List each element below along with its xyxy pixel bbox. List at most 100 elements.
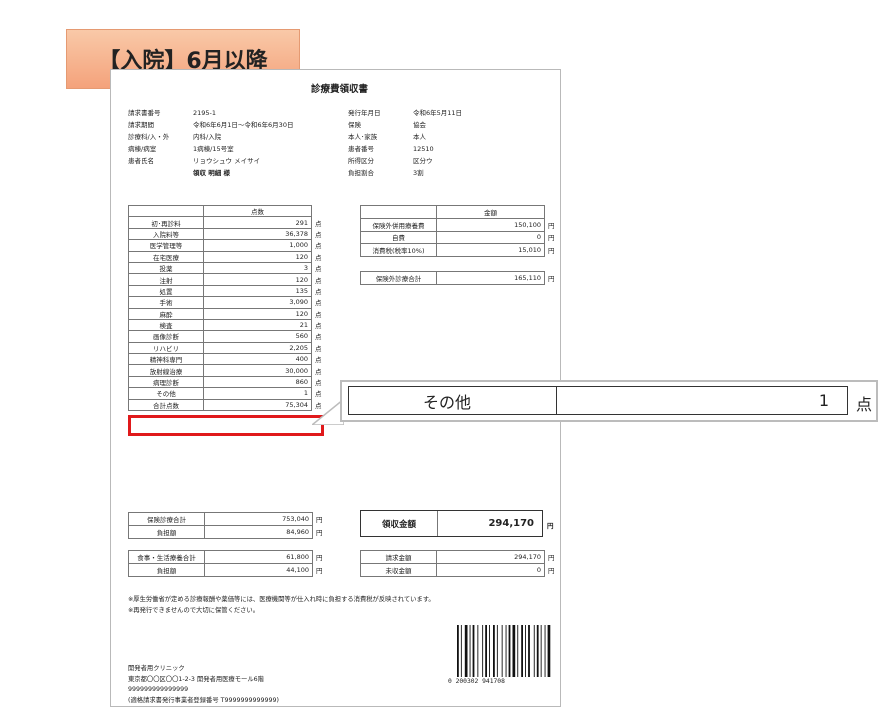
barcode-bar	[536, 625, 539, 677]
meal-table: 食事・生活療養合計 61,800 円 負担額 44,100 円	[128, 550, 327, 577]
row-value: 150,100	[436, 217, 545, 232]
barcode-bar	[521, 625, 523, 677]
row-value: 1	[203, 387, 312, 400]
table-row: 初･再診料 291 点	[128, 216, 326, 229]
info-key: 請求書番号	[128, 109, 161, 117]
table-row: リハビリ 2,205 点	[128, 341, 326, 355]
zoom-item-unit: 点	[855, 395, 872, 414]
zoom-callout: その他 1 点	[340, 380, 878, 422]
row-unit: 点	[315, 265, 322, 274]
row-value: 860	[203, 375, 312, 389]
row-name: 注射	[128, 273, 204, 286]
row-value: 1,000	[203, 239, 312, 252]
points-header: 点数	[203, 204, 312, 218]
table-row: 医学管理等 1,000 点	[128, 239, 326, 252]
row-name: 合計点数	[128, 398, 204, 412]
zoom-row: その他 1	[348, 386, 848, 415]
notes: ※厚生労働省が定める診療報酬や薬価等には、医療機関等が仕入れ時に負担する消費税が…	[128, 594, 435, 616]
row-value: 75,304	[203, 398, 312, 412]
row-unit: 点	[315, 219, 322, 228]
row-name: 消費税(税率10%)	[360, 243, 437, 258]
row-name: 投薬	[128, 261, 204, 275]
row-value: 30,000	[203, 364, 312, 377]
billing-table: 請求金額 294,170 円 未収金額 0 円	[360, 550, 559, 577]
barcode-bar	[464, 625, 468, 677]
row-value: 84,960	[204, 524, 313, 539]
row-value: 36,378	[203, 227, 312, 241]
row-value: 120	[203, 273, 312, 286]
row-unit: 点	[315, 379, 322, 388]
row-unit: 円	[316, 528, 323, 537]
receipt-amount-box: 領収金額 294,170	[360, 510, 543, 537]
barcode-bar	[496, 625, 498, 677]
info-value: 区分ウ	[413, 157, 433, 165]
row-value: 291	[203, 216, 312, 229]
table-row: 保険診療合計 753,040 円	[128, 512, 327, 526]
barcode-bar	[460, 625, 462, 677]
document-title: 診療費領収書	[311, 84, 369, 95]
info-key: 負担割合	[348, 169, 374, 177]
row-value: 753,040	[204, 512, 313, 526]
table-row: 手術 3,090 点	[128, 296, 326, 309]
info-key: 所得区分	[348, 157, 374, 165]
row-name: 初･再診料	[128, 216, 204, 229]
row-unit: 点	[315, 242, 322, 251]
row-value: 400	[203, 353, 312, 366]
info-value: 令和6年5月11日	[413, 109, 463, 117]
note-line: ※再発行できませんので大切に保管ください。	[128, 607, 260, 614]
barcode-bar	[517, 625, 519, 677]
table-row: 食事・生活療養合計 61,800 円	[128, 550, 327, 564]
money-header: 金額	[436, 205, 545, 219]
left-info: 請求書番号 2195-1 請求期間 令和6年6月1日～令和6年6月30日 診療科/入…	[128, 107, 293, 179]
row-name: 医学管理等	[128, 239, 204, 252]
row-name: 保険外診療合計	[360, 271, 437, 285]
table-row: 処置 135 点	[128, 284, 326, 298]
patient-honorific: 領収 明細 様	[193, 169, 231, 177]
row-unit: 点	[315, 253, 322, 262]
info-value: 内科/入院	[193, 133, 222, 141]
money-table: 金額 保険外併用療養費 150,100 円 自費 0 円 消費税(税率10%) 15,01…	[360, 205, 559, 258]
info-key: 保険	[348, 121, 361, 129]
barcode-bar	[501, 625, 503, 677]
info-key: 発行年月日	[348, 109, 381, 117]
table-row: 保険外診療合計 165,110 円	[360, 271, 558, 285]
table-row: 合計点数 75,304 点	[128, 398, 326, 412]
row-unit: 点	[315, 230, 322, 239]
zoom-item-value: 1	[818, 391, 829, 410]
insurance-table: 保険診療合計 753,040 円 負担額 84,960 円	[128, 512, 327, 539]
row-value: 294,170	[436, 550, 545, 564]
row-value: 135	[203, 284, 312, 298]
barcode-bar	[528, 625, 530, 677]
row-unit: 点	[315, 310, 322, 319]
row-name: その他	[128, 387, 204, 400]
row-unit: 点	[315, 322, 322, 331]
row-unit: 円	[548, 247, 555, 256]
row-name: リハビリ	[128, 341, 204, 355]
table-row: 放射線治療 30,000 点	[128, 364, 326, 377]
table-row: 消費税(税率10%) 15,010 円	[360, 243, 559, 258]
row-name: 負担額	[128, 524, 205, 539]
table-row: 投薬 3 点	[128, 261, 326, 275]
issuer-line: 東京都〇〇区〇〇1-2-3 開発者用医療モール6階	[128, 675, 264, 683]
barcode-bar	[485, 625, 487, 677]
table-row: 入院料等 36,378 点	[128, 227, 326, 241]
row-name: 未収金額	[360, 562, 437, 577]
table-row: 精神科専門 400 点	[128, 353, 326, 366]
barcode-bar	[489, 625, 490, 677]
row-unit: 円	[316, 553, 323, 562]
highlight-box	[128, 415, 324, 436]
info-key: 請求期間	[128, 121, 154, 129]
info-key: 患者番号	[348, 145, 374, 153]
barcode-bar	[508, 625, 511, 677]
table-row: 病理診断 860 点	[128, 375, 326, 389]
receipt-unit: 円	[547, 522, 554, 530]
info-key: 病棟/病室	[128, 145, 157, 153]
barcode-number: 0 200302 941708	[448, 678, 505, 685]
row-name: 負担額	[128, 562, 205, 577]
info-value: 令和6年6月1日～令和6年6月30日	[193, 121, 294, 129]
receipt-value: 294,170	[488, 518, 534, 529]
table-row: その他 1 点	[128, 387, 326, 400]
barcode-bar	[525, 625, 526, 677]
barcode-bar	[477, 625, 479, 677]
info-key: 本人･家族	[348, 133, 378, 141]
